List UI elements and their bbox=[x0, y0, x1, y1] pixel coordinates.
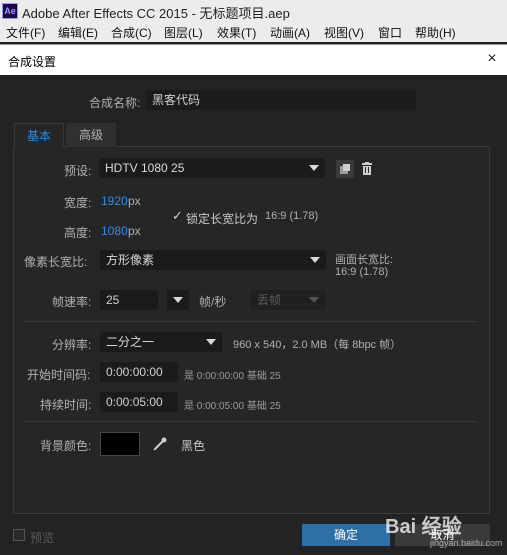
duration-label: 持续时间: bbox=[40, 398, 92, 412]
menu-edit[interactable]: 编辑(E) bbox=[58, 24, 98, 41]
ae-logo-icon: Ae bbox=[2, 3, 18, 19]
lock-aspect-ratio: 16:9 (1.78) bbox=[265, 210, 319, 222]
dialog-titlebar: 合成设置 × bbox=[0, 44, 507, 75]
frame-aspect-value: 16:9 (1.78) bbox=[335, 266, 389, 278]
comp-name-input[interactable]: 黑客代码 bbox=[146, 90, 416, 110]
watermark-logo: Bai 经验 bbox=[385, 516, 462, 538]
width-value[interactable]: 1920 bbox=[101, 194, 128, 208]
dialog-title: 合成设置 bbox=[8, 55, 57, 69]
chevron-down-icon bbox=[309, 297, 319, 303]
bg-color-label: 背景颜色: bbox=[40, 439, 92, 453]
menu-effect[interactable]: 效果(T) bbox=[217, 24, 256, 41]
pixel-aspect-dropdown[interactable]: 方形像素 bbox=[100, 250, 326, 270]
drop-frame-dropdown[interactable]: 丢帧 bbox=[251, 290, 325, 310]
menu-file[interactable]: 文件(F) bbox=[6, 24, 45, 41]
pixel-aspect-label: 像素长宽比: bbox=[24, 255, 88, 269]
start-timecode-input[interactable]: 0:00:00:00 bbox=[100, 362, 178, 382]
frame-rate-input[interactable]: 25 bbox=[100, 290, 158, 310]
preview-checkbox[interactable] bbox=[13, 529, 25, 541]
lock-aspect-label: 锁定长宽比为 bbox=[186, 212, 259, 226]
bg-color-name: 黑色 bbox=[181, 439, 206, 453]
tab-basic[interactable]: 基本 bbox=[14, 123, 64, 147]
start-timecode-label: 开始时间码: bbox=[27, 368, 91, 382]
chevron-down-icon bbox=[310, 257, 320, 263]
preset-value: HDTV 1080 25 bbox=[105, 161, 185, 175]
resolution-value: 二分之一 bbox=[106, 335, 155, 349]
preset-label: 预设: bbox=[64, 164, 92, 178]
height-unit: px bbox=[128, 224, 141, 238]
menu-window[interactable]: 窗口 bbox=[378, 24, 402, 41]
width-label: 宽度: bbox=[64, 196, 92, 210]
menu-composition[interactable]: 合成(C) bbox=[111, 24, 152, 41]
resolution-label: 分辨率: bbox=[52, 338, 92, 352]
chevron-down-icon bbox=[173, 297, 183, 303]
watermark-url: jingyan.baidu.com bbox=[430, 538, 503, 548]
resolution-info: 960 x 540，2.0 MB（每 8bpc 帧） bbox=[233, 339, 402, 351]
chevron-down-icon bbox=[309, 165, 319, 171]
app-title: Adobe After Effects CC 2015 - 无标题项目.aep bbox=[22, 6, 290, 21]
menu-help[interactable]: 帮助(H) bbox=[415, 24, 456, 41]
menu-view[interactable]: 视图(V) bbox=[324, 24, 364, 41]
tab-advanced[interactable]: 高级 bbox=[66, 123, 116, 147]
width-unit: px bbox=[128, 194, 141, 208]
chevron-down-icon bbox=[206, 339, 216, 345]
comp-name-label: 合成名称: bbox=[89, 96, 141, 110]
menu-animation[interactable]: 动画(A) bbox=[270, 24, 310, 41]
height-value[interactable]: 1080 bbox=[101, 224, 128, 238]
menu-layer[interactable]: 图层(L) bbox=[164, 24, 203, 41]
divider bbox=[24, 321, 477, 322]
eyedropper-icon[interactable] bbox=[151, 435, 169, 453]
frame-aspect-label: 画面长宽比: bbox=[335, 254, 394, 266]
duration-input[interactable]: 0:00:05:00 bbox=[100, 392, 178, 412]
height-label: 高度: bbox=[64, 226, 92, 240]
lock-aspect-checkbox[interactable]: ✓ bbox=[172, 208, 183, 224]
save-preset-icon[interactable] bbox=[336, 160, 354, 178]
start-timecode-info: 是 0:00:00:00 基础 25 bbox=[184, 371, 281, 382]
pixel-aspect-value: 方形像素 bbox=[106, 253, 155, 267]
app-titlebar: Ae Adobe After Effects CC 2015 - 无标题项目.a… bbox=[0, 0, 507, 22]
drop-frame-value: 丢帧 bbox=[257, 293, 282, 307]
ok-button[interactable]: 确定 bbox=[302, 524, 390, 546]
trash-icon[interactable] bbox=[358, 160, 376, 178]
preset-dropdown[interactable]: HDTV 1080 25 bbox=[99, 158, 325, 178]
preview-label: 预览 bbox=[30, 531, 55, 545]
frame-rate-label: 帧速率: bbox=[52, 295, 92, 309]
divider bbox=[24, 421, 477, 422]
frame-rate-dropdown[interactable] bbox=[167, 290, 189, 310]
resolution-dropdown[interactable]: 二分之一 bbox=[100, 332, 222, 352]
fps-unit: 帧/秒 bbox=[199, 295, 227, 309]
duration-info: 是 0:00:05:00 基础 25 bbox=[184, 401, 281, 412]
bg-color-swatch[interactable] bbox=[100, 432, 140, 456]
menubar: 文件(F) 编辑(E) 合成(C) 图层(L) 效果(T) 动画(A) 视图(V… bbox=[0, 22, 507, 42]
close-icon[interactable]: × bbox=[482, 49, 502, 69]
